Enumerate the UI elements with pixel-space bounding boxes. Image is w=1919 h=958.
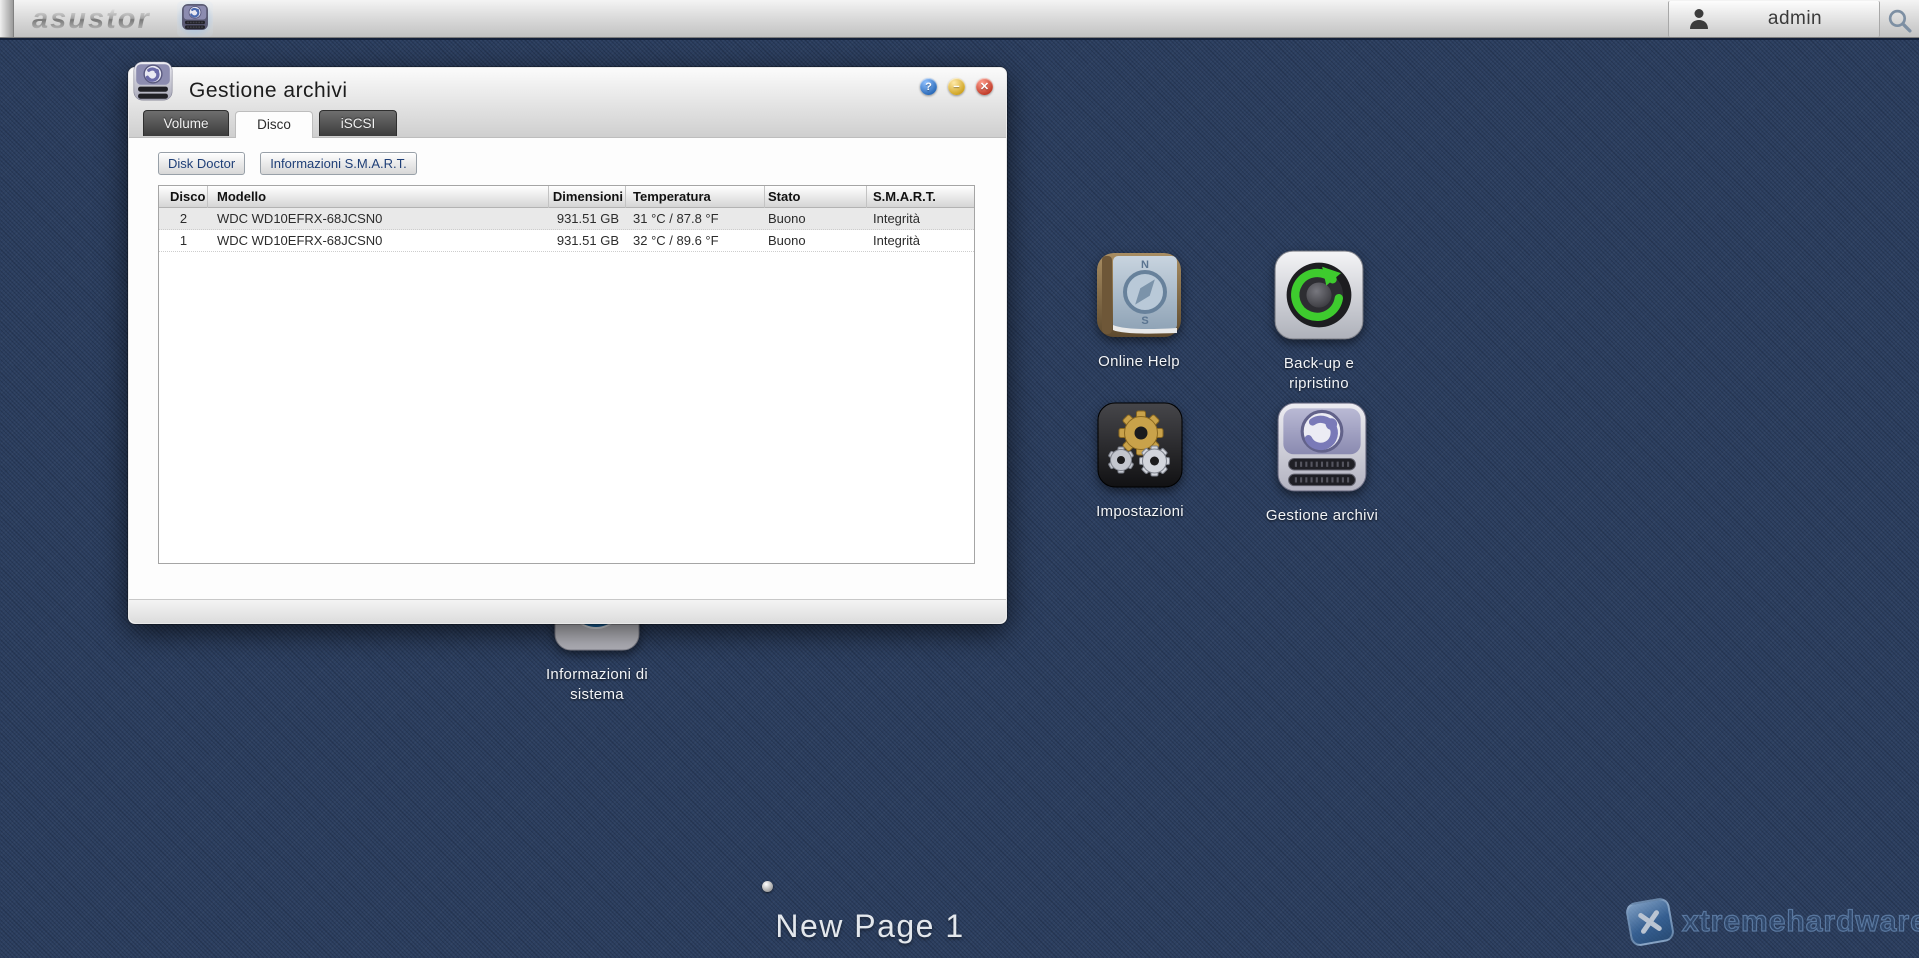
tab-disco[interactable]: Disco xyxy=(235,111,313,138)
desktop-page-label: New Page 1 xyxy=(775,908,965,944)
disk-doctor-button[interactable]: Disk Doctor xyxy=(158,152,246,175)
storage-manager-icon xyxy=(1275,402,1369,498)
settings-gears-icon xyxy=(1095,402,1185,494)
table-row[interactable]: 1 WDC WD10EFRX-68JCSN0 931.51 GB 32 °C /… xyxy=(159,230,974,252)
window-footer xyxy=(129,599,1006,623)
table-header: Disco Modello Dimensioni Temperatura Sta… xyxy=(159,186,974,208)
desktop-icon-label: Informazioni di sistema xyxy=(545,666,649,703)
svg-text:N: N xyxy=(1141,259,1149,271)
window-titlebar[interactable]: Gestione archivi ? − ✕ Volume Disco iSCS… xyxy=(129,61,1006,138)
watermark: xtremehardware.it xyxy=(1624,896,1919,948)
tab-volume[interactable]: Volume xyxy=(143,110,229,136)
help-button[interactable]: ? xyxy=(920,78,937,95)
column-temperatura[interactable]: Temperatura xyxy=(626,186,765,208)
svg-text:S: S xyxy=(1141,315,1148,327)
desktop-icon-label: Impostazioni xyxy=(1096,503,1184,520)
close-button[interactable]: ✕ xyxy=(976,78,993,95)
tab-iscsi[interactable]: iSCSI xyxy=(319,110,397,136)
column-modello[interactable]: Modello xyxy=(208,186,549,208)
watermark-text: xtremehardware.it xyxy=(1681,904,1919,938)
disk-toolbar: Disk Doctor Informazioni S.M.A.R.T. xyxy=(158,152,417,175)
cell-dimensioni: 931.51 GB xyxy=(556,211,619,226)
tab-strip: Volume Disco iSCSI xyxy=(143,110,397,138)
window-controls: ? − ✕ xyxy=(920,78,993,95)
column-dimensioni[interactable]: Dimensioni xyxy=(549,186,626,208)
window-title: Gestione archivi xyxy=(189,79,348,102)
column-smart[interactable]: S.M.A.R.T. xyxy=(867,186,974,208)
minimize-button[interactable]: − xyxy=(948,78,965,95)
desktop-icon-label: Back-up e ripristino xyxy=(1283,355,1355,392)
top-bar: asustor admin xyxy=(0,0,1919,38)
table-row[interactable]: 2 WDC WD10EFRX-68JCSN0 931.51 GB 31 °C /… xyxy=(159,208,974,230)
cell-dimensioni: 931.51 GB xyxy=(556,233,619,248)
storage-manager-window-icon xyxy=(132,60,174,107)
column-disco[interactable]: Disco xyxy=(159,186,208,208)
desktop-icon-online-help[interactable]: N S Online Help xyxy=(1077,250,1201,372)
cell-temperatura: 32 °C / 89.6 °F xyxy=(633,233,719,248)
asustor-logo: asustor xyxy=(32,3,151,35)
storage-manager-icon xyxy=(181,3,209,36)
online-help-icon: N S xyxy=(1094,253,1184,344)
cell-stato: Buono xyxy=(768,211,806,226)
system-information-icon: i xyxy=(552,565,642,657)
cell-smart: Integrità xyxy=(873,211,920,226)
desktop-page-indicator-dot[interactable] xyxy=(762,881,773,892)
user-menu-button[interactable]: admin xyxy=(1668,1,1880,37)
user-icon xyxy=(1690,9,1708,29)
disk-table: Disco Modello Dimensioni Temperatura Sta… xyxy=(158,185,975,564)
taskbar-app-gestione-archivi[interactable] xyxy=(177,1,213,37)
xtremehardware-logo-icon xyxy=(1624,896,1676,948)
cell-smart: Integrità xyxy=(873,233,920,248)
cell-disco: 2 xyxy=(179,211,188,226)
cell-disco: 1 xyxy=(179,233,188,248)
desktop-icon-label: Gestione archivi xyxy=(1265,507,1379,524)
sidebar-handle[interactable] xyxy=(0,0,14,37)
desktop-icon-impostazioni[interactable]: Impostazioni xyxy=(1078,400,1202,522)
cell-modello: WDC WD10EFRX-68JCSN0 xyxy=(217,211,383,226)
username-label: admin xyxy=(1767,8,1823,29)
storage-manager-window: Gestione archivi ? − ✕ Volume Disco iSCS… xyxy=(128,61,1007,624)
smart-info-button[interactable]: Informazioni S.M.A.R.T. xyxy=(260,152,417,175)
cell-temperatura: 31 °C / 87.8 °F xyxy=(633,211,719,226)
search-button[interactable] xyxy=(1884,5,1914,35)
search-icon xyxy=(1888,9,1912,33)
column-stato[interactable]: Stato xyxy=(765,186,867,208)
backup-restore-icon xyxy=(1272,250,1366,346)
desktop-icon-backup[interactable]: Back-up e ripristino xyxy=(1257,248,1381,393)
desktop-icon-label: Online Help xyxy=(1098,353,1180,370)
cell-modello: WDC WD10EFRX-68JCSN0 xyxy=(217,233,383,248)
desktop-icon-gestione-archivi[interactable]: Gestione archivi xyxy=(1260,400,1384,526)
cell-stato: Buono xyxy=(768,233,806,248)
